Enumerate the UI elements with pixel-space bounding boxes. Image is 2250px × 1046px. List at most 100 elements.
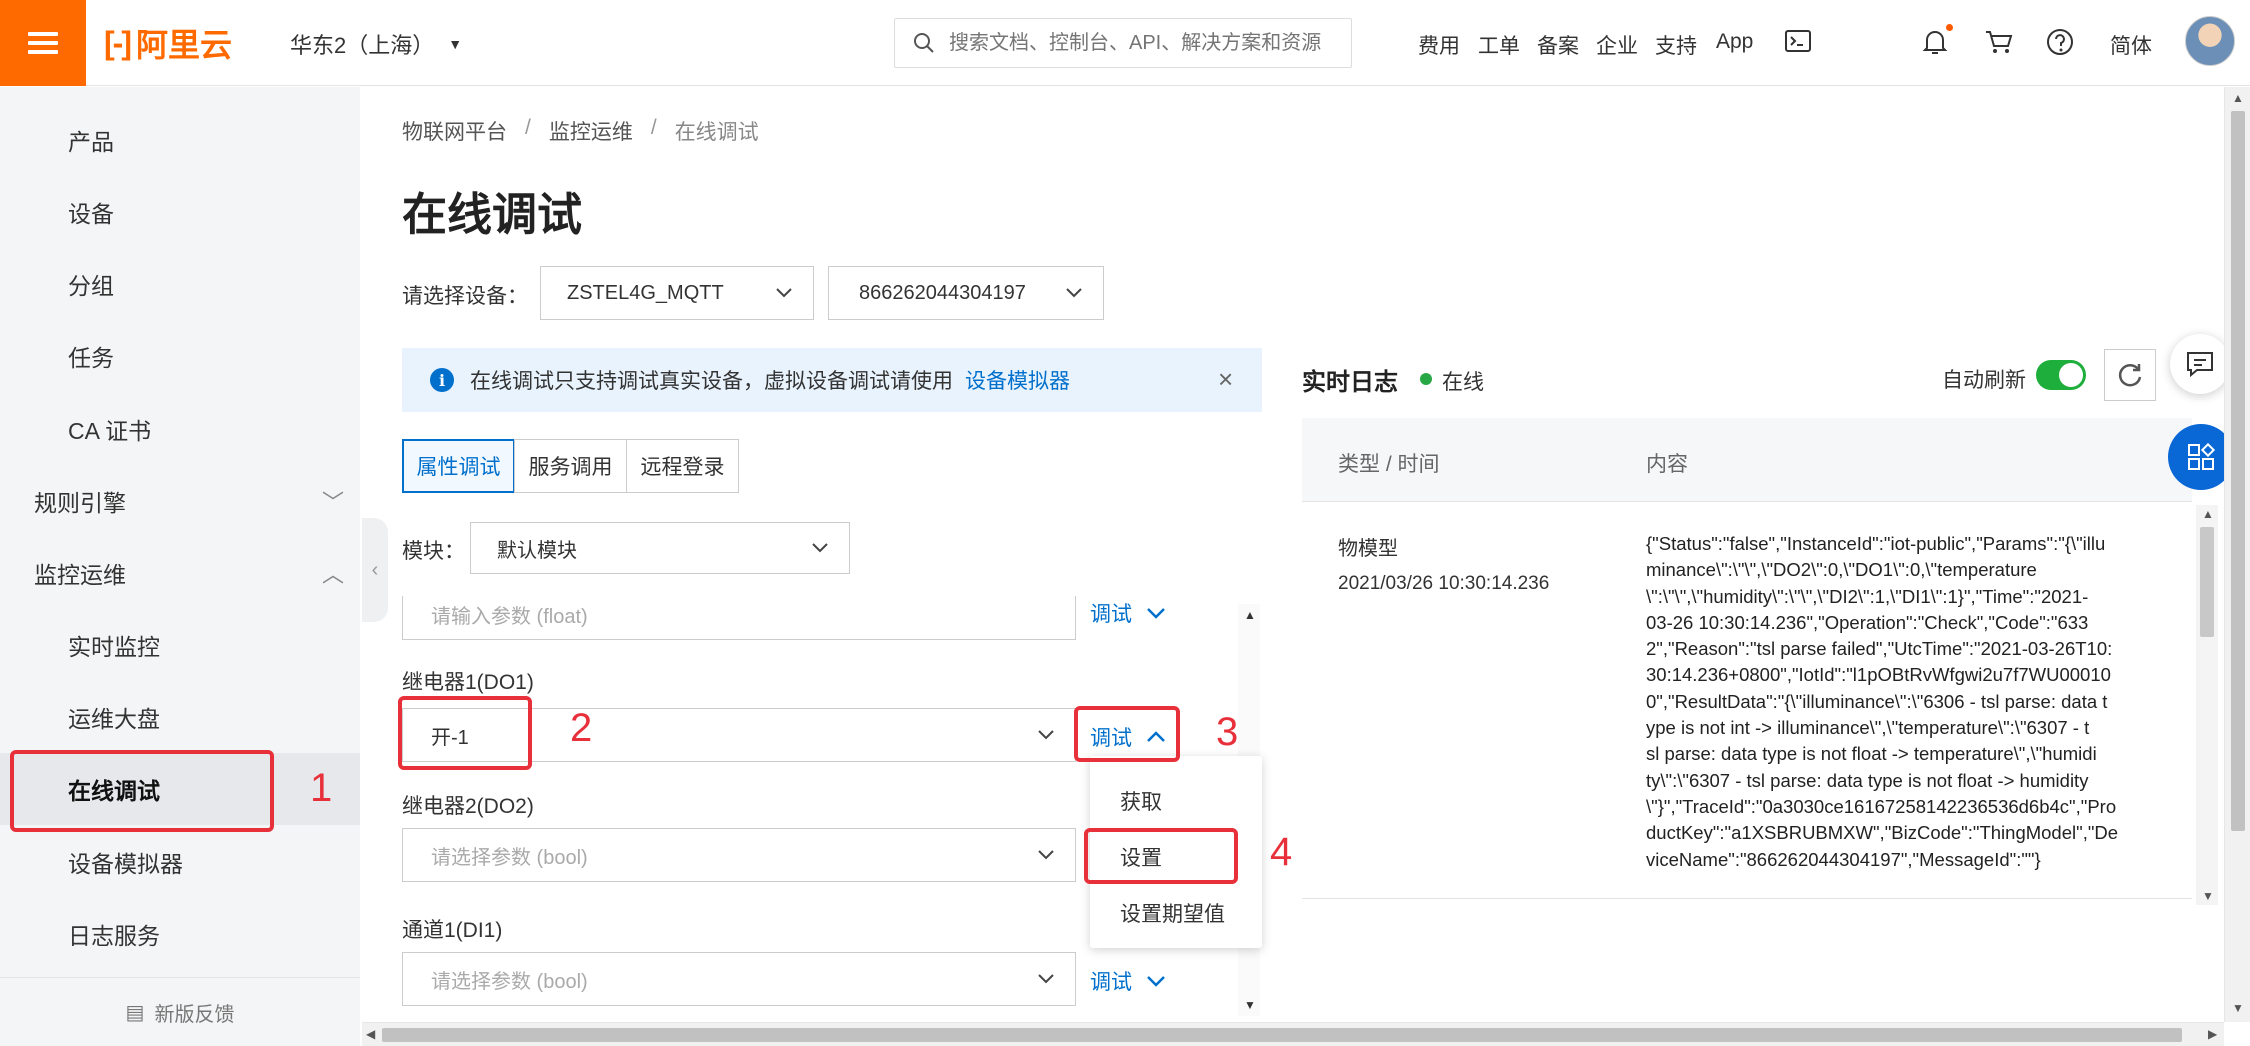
nav-support[interactable]: 支持 (1655, 30, 1697, 60)
product-select[interactable]: ZSTEL4G_MQTT (540, 266, 814, 320)
do2-select-placeholder: 请选择参数 (bool) (431, 846, 588, 869)
nav-enterprise[interactable]: 企业 (1596, 30, 1638, 60)
tab-property-debug[interactable]: 属性调试 (402, 439, 515, 493)
module-select[interactable]: 默认模块 (470, 522, 850, 574)
online-status-text: 在线 (1442, 371, 1484, 394)
scroll-down-icon[interactable]: ▼ (1244, 998, 1256, 1012)
scrollbar-thumb[interactable] (2231, 111, 2245, 831)
tab-service-call[interactable]: 服务调用 (514, 439, 627, 493)
float-param-input[interactable]: 请输入参数 (float) (402, 596, 1076, 640)
scroll-up-icon[interactable]: ▲ (2202, 507, 2214, 521)
sidebar-item-task[interactable]: 任务 (0, 320, 360, 392)
cart-icon[interactable] (1984, 28, 2014, 63)
sidebar-item-ca-cert[interactable]: CA 证书 (0, 393, 360, 465)
logo-icon: [-] (104, 24, 132, 61)
scroll-up-icon[interactable]: ▲ (2232, 91, 2244, 105)
feedback-icon: ▤ (125, 1001, 145, 1024)
sidebar-item-log-service[interactable]: 日志服务 (0, 898, 360, 970)
bell-icon[interactable] (1922, 28, 1948, 63)
region-label: 华东2（上海） (290, 33, 435, 58)
chat-icon (2187, 352, 2213, 378)
sidebar-item-device[interactable]: 设备 (0, 176, 360, 248)
sidebar-item-rule-engine[interactable]: 规则引擎 ﹀ (0, 465, 360, 537)
log-row-content: {"Status":"false","InstanceId":"iot-publ… (1646, 531, 2162, 873)
log-content-line: \"}","TraceId":"0a3030ce1616725814223653… (1646, 795, 2117, 817)
scroll-up-icon[interactable]: ▲ (1244, 608, 1256, 622)
sidebar-item-ops-dashboard[interactable]: 运维大盘 (0, 681, 360, 753)
nav-filing[interactable]: 备案 (1537, 30, 1579, 60)
tab-remote-login[interactable]: 远程登录 (626, 439, 739, 493)
sidebar-item-label: CA 证书 (68, 418, 152, 444)
sidebar-item-label: 日志服务 (68, 923, 160, 949)
sidebar-item-product[interactable]: 产品 (0, 104, 360, 176)
chevron-up-icon: ︿ (321, 562, 344, 587)
page-vertical-scrollbar[interactable]: ▲ ▼ (2224, 87, 2250, 1022)
scroll-down-icon[interactable]: ▼ (2202, 889, 2214, 903)
sidebar-item-label: 实时监控 (68, 634, 160, 660)
breadcrumb-monitor-ops[interactable]: 监控运维 (549, 116, 633, 146)
debug-button-float[interactable]: 调试 (1090, 598, 1166, 628)
toggle-knob (2059, 363, 2083, 387)
log-scrollbar[interactable]: ▲ ▼ (2196, 505, 2218, 905)
nav-app[interactable]: App (1716, 30, 1753, 54)
search-icon (914, 33, 934, 53)
do2-select[interactable]: 请选择参数 (bool) (402, 828, 1076, 882)
region-selector[interactable]: 华东2（上海） ▼ (290, 28, 462, 60)
feedback-button[interactable]: ▤ 新版反馈 (0, 977, 360, 1046)
chat-float-button[interactable] (2170, 334, 2230, 394)
sidebar-item-monitor-ops[interactable]: 监控运维 ︿ (0, 537, 360, 609)
close-icon[interactable]: × (1218, 364, 1233, 395)
annotation-number-3: 3 (1216, 710, 1239, 754)
log-row-divider (1302, 898, 2192, 899)
log-col-type-time: 类型 / 时间 (1338, 453, 1440, 476)
sidebar-item-label: 分组 (68, 273, 114, 299)
breadcrumb-iot-platform[interactable]: 物联网平台 (402, 116, 507, 146)
scrollbar-thumb[interactable] (382, 1028, 2182, 1042)
help-icon[interactable] (2046, 28, 2074, 63)
float-param-placeholder: 请输入参数 (float) (431, 605, 588, 628)
chevron-down-icon (1146, 602, 1166, 625)
debug-button-di1[interactable]: 调试 (1090, 966, 1166, 996)
scroll-left-icon[interactable]: ◀ (366, 1027, 375, 1041)
sidebar-item-device-simulator[interactable]: 设备模拟器 (0, 826, 360, 898)
log-row-time: 2021/03/26 10:30:14.236 (1338, 573, 1550, 594)
sidebar-collapse-handle[interactable]: ‹ (362, 518, 388, 622)
log-content-line: ductKey":"a1XSBRUBMXW","BizCode":"ThingM… (1646, 822, 2119, 844)
avatar[interactable] (2185, 16, 2235, 66)
sidebar-item-label: 运维大盘 (68, 706, 160, 732)
menu-icon[interactable] (0, 0, 86, 86)
scroll-right-icon[interactable]: ▶ (2208, 1027, 2217, 1041)
chevron-down-icon (1037, 969, 1055, 990)
sidebar-item-label: 任务 (68, 345, 114, 371)
sidebar-item-group[interactable]: 分组 (0, 248, 360, 320)
scroll-down-icon[interactable]: ▼ (2232, 1001, 2244, 1015)
annotation-box-3 (1074, 706, 1180, 762)
log-content-line: ty\":\"6307 - tsl parse: data type is no… (1646, 769, 2089, 791)
search-box[interactable] (894, 18, 1352, 68)
breadcrumb-online-debug: 在线调试 (674, 121, 759, 144)
module-select-value: 默认模块 (497, 539, 577, 562)
di1-select[interactable]: 请选择参数 (bool) (402, 952, 1076, 1006)
device-simulator-link[interactable]: 设备模拟器 (965, 365, 1070, 395)
sidebar-item-realtime-monitor[interactable]: 实时监控 (0, 609, 360, 681)
auto-refresh-toggle[interactable] (2036, 360, 2086, 390)
debug-label: 调试 (1090, 971, 1132, 994)
aliyun-logo[interactable]: [-] 阿里云 (104, 20, 232, 66)
module-label: 模块： (402, 540, 465, 563)
sidebar-item-label: 产品 (68, 129, 114, 155)
nav-ticket[interactable]: 工单 (1478, 30, 1520, 60)
annotation-box-4 (1084, 828, 1238, 884)
terminal-icon[interactable] (1784, 28, 1812, 61)
log-col-content: 内容 (1646, 453, 1688, 476)
language-switch[interactable]: 简体 (2110, 30, 2152, 60)
menu-item-get[interactable]: 获取 (1120, 786, 1162, 816)
menu-item-set-desired[interactable]: 设置期望值 (1120, 898, 1225, 928)
page-title: 在线调试 (402, 189, 583, 240)
refresh-button[interactable] (2104, 349, 2156, 401)
scrollbar-thumb[interactable] (2200, 527, 2214, 637)
page-horizontal-scrollbar[interactable]: ◀ ▶ (362, 1022, 2224, 1046)
search-input[interactable] (949, 31, 1339, 55)
device-select[interactable]: 866262044304197 (828, 266, 1104, 320)
chevron-left-icon: ‹ (371, 558, 379, 581)
nav-cost[interactable]: 费用 (1418, 30, 1460, 60)
